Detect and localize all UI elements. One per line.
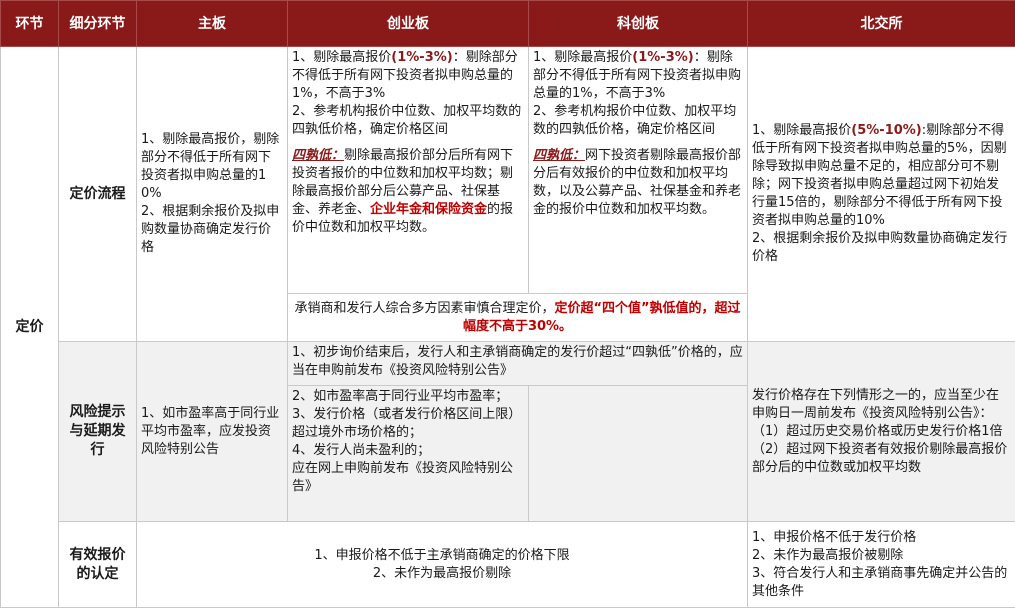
pricing-process-row: 定价 定价流程 1、剔除最高报价，剔除部分不得低于所有网下投资者拟申购总量的10… — [0, 46, 1015, 608]
pricing-bse-pct: (5%-10%) — [851, 123, 922, 138]
header-star: 科创板 — [528, 0, 748, 47]
risk-row-1: 风险提示与延期发行 1、如市盈率高于同行业平均市盈率，应发投资风险特别公告 1、… — [1, 341, 1015, 522]
pricing-shared-note-pre: 承销商和发行人综合多方因素审慎合理定价， — [294, 300, 555, 316]
pricing-chinext-four-low-tag: 四孰低： — [292, 148, 345, 163]
pricing-shared-note: 承销商和发行人综合多方因素审慎合理定价，定价超“四个值”孰低值的，超过幅度不高于… — [287, 293, 748, 342]
pricing-star-cell: 1、剔除最高报价(1%-3%)：剔除部分不得低于所有网下投资者拟申购总量的1%，… — [528, 46, 748, 294]
valid-quote-bse-cell: 1、申报价格不低于发行价格 2、未作为最高报价被剔除 3、符合发行人和主承销商事… — [747, 521, 1015, 608]
pricing-chinext-four-low-highlight: 企业年金和保险资金 — [370, 202, 488, 217]
risk-main-board-cell: 1、如市盈率高于同行业平均市盈率，应发投资风险特别公告 — [136, 341, 288, 522]
stage-pricing: 定价 — [0, 46, 59, 608]
risk-bse-condition-2: （2）超过网下投资者有效报价剔除最高报价部分后的中位数或加权平均数 — [752, 441, 1008, 475]
valid-quote-bse-1: 1、申报价格不低于发行价格 — [752, 529, 917, 545]
valid-quote-row: 有效报价的认定 1、申报价格不低于主承销商确定的价格下限 2、未作为最高报价剔除… — [1, 521, 1015, 608]
ipo-pricing-comparison-table: 环节 细分环节 主板 创业板 科创板 北交所 定价 定价流程 1、剔除最高报价，… — [0, 0, 1015, 608]
pricing-chinext-step1-pre: 1、剔除最高报价 — [292, 50, 392, 65]
pricing-main-board-step1: 1、剔除最高报价，剔除部分不得低于所有网下投资者拟申购总量的10% — [141, 132, 280, 201]
pricing-star-four-low: 四孰低：网下投资者剔除最高报价部分后有效报价的中位数和加权平均数，以及公募产品、… — [533, 147, 743, 219]
header-row: 环节 细分环节 主板 创业板 科创板 北交所 — [0, 0, 1015, 47]
risk-chinext-item-4: 4、发行人尚未盈利的； — [292, 443, 431, 458]
pricing-chinext-step2: 2、参考机构报价中位数、加权平均数的四孰低价格，确定价格区间 — [292, 104, 522, 137]
valid-quote-shared-2: 2、未作为最高报价剔除 — [372, 565, 512, 581]
pricing-main-board-cell: 1、剔除最高报价，剔除部分不得低于所有网下投资者拟申购总量的10% 2、根据剩余… — [136, 46, 288, 342]
header-chinext: 创业板 — [287, 0, 529, 47]
valid-quote-bse-2: 2、未作为最高报价被剔除 — [752, 547, 904, 563]
risk-chinext-item-2: 2、如市盈率高于同行业平均市盈率； — [292, 389, 509, 404]
risk-chinext-item-5: 应在网上申购前发布《投资风险特别公告》 — [292, 461, 514, 494]
pricing-main-board-step2: 2、根据剩余报价及拟申购数量协商确定发行价格 — [141, 204, 280, 255]
pricing-bse-step1-pre: 1、剔除最高报价 — [752, 123, 852, 138]
valid-quote-shared-cell: 1、申报价格不低于主承销商确定的价格下限 2、未作为最高报价剔除 — [136, 521, 748, 608]
pricing-star-pct: (1%-3%) — [632, 50, 694, 65]
pricing-chinext-step1: 1、剔除最高报价(1%-3%)：剔除部分不得低于所有网下投资者拟申购总量的1%，… — [292, 49, 524, 103]
risk-bse-intro: 发行价格存在下列情形之一的，应当至少在申购日一周前发布《投资风险特别公告》： — [752, 387, 1000, 421]
risk-chinext-star-shared: 1、初步询价结束后，发行人和主承销商确定的发行价超过“四孰低”价格的，应当在申购… — [287, 341, 748, 386]
risk-chinext-item-3: 3、发行价格（或者发行价格区间上限）超过境外市场价格的； — [292, 407, 522, 440]
risk-chinext-cell: 2、如市盈率高于同行业平均市盈率； 3、发行价格（或者发行价格区间上限）超过境外… — [287, 385, 529, 522]
pricing-star-four-low-tag: 四孰低： — [533, 148, 586, 163]
pricing-process-label: 定价流程 — [58, 46, 137, 342]
risk-bse-condition-1: （1）超过历史交易价格或历史发行价格1倍 — [752, 423, 1003, 439]
pricing-star-step2: 2、参考机构报价中位数、加权平均数的四孰低价格，确定价格区间 — [533, 104, 737, 137]
pricing-bse-cell: 1、剔除最高报价(5%-10%):剔除部分不得低于所有网下投资者拟申购总量的5%… — [747, 46, 1015, 342]
header-stage: 环节 — [0, 0, 59, 47]
pricing-chinext-four-low: 四孰低：剔除最高报价部分后所有网下投资者报价的中位数和加权平均数；剔除最高报价部… — [292, 147, 524, 237]
valid-quote-label: 有效报价的认定 — [58, 521, 137, 608]
valid-quote-shared-1: 1、申报价格不低于主承销商确定的价格下限 — [314, 547, 570, 563]
risk-bse-cell: 发行价格存在下列情形之一的，应当至少在申购日一周前发布《投资风险特别公告》： （… — [747, 341, 1015, 522]
risk-label: 风险提示与延期发行 — [58, 341, 137, 522]
pricing-star-step1-pre: 1、剔除最高报价 — [533, 50, 633, 65]
header-main-board: 主板 — [136, 0, 288, 47]
risk-star-empty-cell — [528, 385, 748, 522]
pricing-star-step1: 1、剔除最高报价(1%-3%)：剔除部分不得低于所有网下投资者拟申购总量的1%，… — [533, 49, 743, 103]
pricing-bse-step1: 1、剔除最高报价(5%-10%):剔除部分不得低于所有网下投资者拟申购总量的5%… — [752, 122, 1011, 230]
pricing-bse-step1-post: :剔除部分不得低于所有网下投资者拟申购总量的5%，因剔除导致拟申购总量不足的，相… — [752, 123, 1007, 228]
pricing-chinext-pct: (1%-3%) — [391, 50, 453, 65]
valid-quote-bse-3: 3、符合发行人和主承销商事先确定并公告的其他条件 — [752, 565, 1008, 599]
pricing-chinext-cell: 1、剔除最高报价(1%-3%)：剔除部分不得低于所有网下投资者拟申购总量的1%，… — [287, 46, 529, 294]
pricing-bse-step2: 2、根据剩余报价及拟申购数量协商确定发行价格 — [752, 231, 1008, 264]
header-bse: 北交所 — [747, 0, 1015, 47]
header-sub-stage: 细分环节 — [58, 0, 137, 47]
